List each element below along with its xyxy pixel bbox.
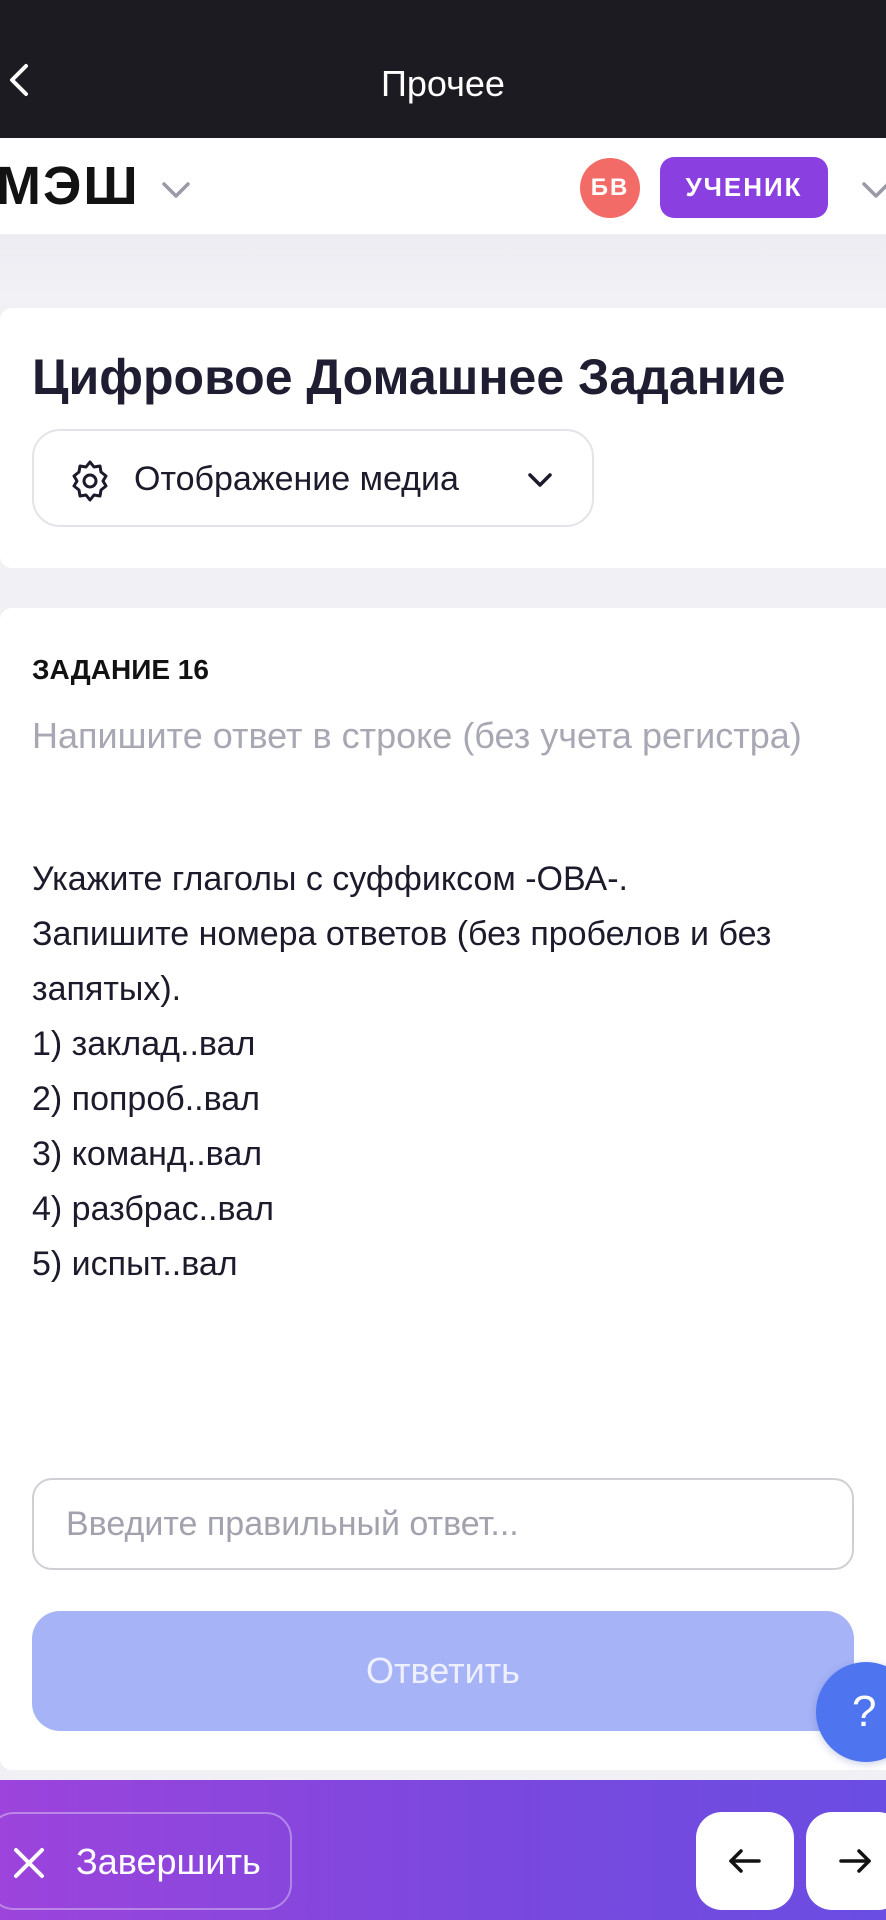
answer-option-4: 4) разбрас..вал	[32, 1190, 274, 1228]
media-display-label: Отображение медиа	[134, 460, 459, 498]
previous-task-button[interactable]	[696, 1812, 794, 1910]
arrow-left-icon	[729, 1849, 761, 1873]
answer-input[interactable]	[32, 1478, 854, 1570]
page-title: Цифровое Домашнее Задание	[32, 349, 786, 405]
top-bar-title: Прочее	[381, 63, 505, 104]
arrow-right-icon	[839, 1849, 871, 1873]
avatar[interactable]: БВ	[580, 158, 640, 218]
gear-icon	[72, 460, 108, 502]
task-question: Укажите глаголы с суффиксом -ОВА-. Запиш…	[32, 852, 872, 1292]
answer-option-2: 2) попроб..вал	[32, 1080, 261, 1118]
answer-option-1: 1) заклад..вал	[32, 1025, 256, 1063]
question-line: запятых).	[32, 970, 182, 1008]
finish-button[interactable]: Завершить	[0, 1812, 292, 1910]
question-line: Запишите номера ответов (без пробелов и …	[32, 915, 772, 953]
header-shadow-strip	[0, 234, 886, 304]
submit-answer-button[interactable]: Ответить	[32, 1611, 854, 1731]
close-icon	[14, 1848, 44, 1878]
task-number: ЗАДАНИЕ 16	[32, 654, 209, 685]
question-line: Укажите глаголы с суффиксом -ОВА-.	[32, 860, 628, 898]
chevron-down-icon[interactable]	[858, 172, 886, 208]
role-badge[interactable]: УЧЕНИК	[660, 157, 828, 218]
next-task-button[interactable]	[806, 1812, 886, 1910]
task-instruction: Напишите ответ в строке (без учета регис…	[32, 715, 802, 756]
media-display-button[interactable]: Отображение медиа	[32, 429, 594, 527]
finish-label: Завершить	[76, 1841, 261, 1882]
chevron-down-icon[interactable]	[158, 172, 194, 208]
top-bar: Прочее	[0, 0, 886, 138]
mesh-logo[interactable]: МЭШ	[0, 156, 140, 216]
answer-option-5: 5) испыт..вал	[32, 1245, 238, 1283]
chevron-down-icon	[528, 473, 552, 487]
answer-option-3: 3) команд..вал	[32, 1135, 263, 1173]
